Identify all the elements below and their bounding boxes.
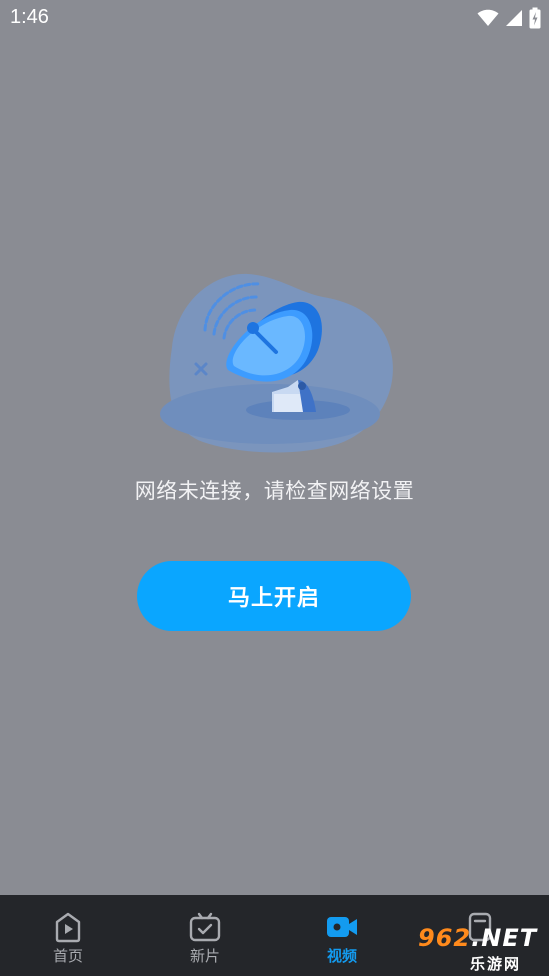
home-play-icon	[55, 912, 81, 943]
tab-new-films-label: 新片	[189, 947, 220, 965]
video-camera-icon	[327, 917, 357, 937]
network-error-screen: 1:46 网络未连接，请检查网络设置 马上开启 首页 新片 视频 962.NET…	[0, 0, 549, 976]
status-icons	[477, 7, 541, 29]
satellite-dish-offline-illustration	[160, 273, 393, 453]
wifi-icon	[477, 9, 499, 26]
site-watermark: 962.NET 乐游网	[412, 922, 546, 974]
battery-charging-icon	[529, 7, 541, 29]
tab-new-films[interactable]: 新片	[155, 895, 255, 976]
network-error-message: 网络未连接，请检查网络设置	[134, 479, 415, 503]
watermark-brand: 962.NET	[418, 924, 538, 952]
tv-check-icon	[189, 912, 221, 942]
watermark-tagline: 乐游网	[470, 955, 522, 973]
tab-home[interactable]: 首页	[18, 895, 118, 976]
open-network-button[interactable]: 马上开启	[137, 561, 411, 631]
tab-video-label: 视频	[326, 947, 357, 965]
cellular-signal-icon	[506, 10, 522, 26]
status-bar: 1:46	[0, 0, 549, 38]
status-time: 1:46	[10, 6, 49, 28]
tab-video[interactable]: 视频	[292, 895, 392, 976]
tab-home-label: 首页	[52, 947, 83, 965]
